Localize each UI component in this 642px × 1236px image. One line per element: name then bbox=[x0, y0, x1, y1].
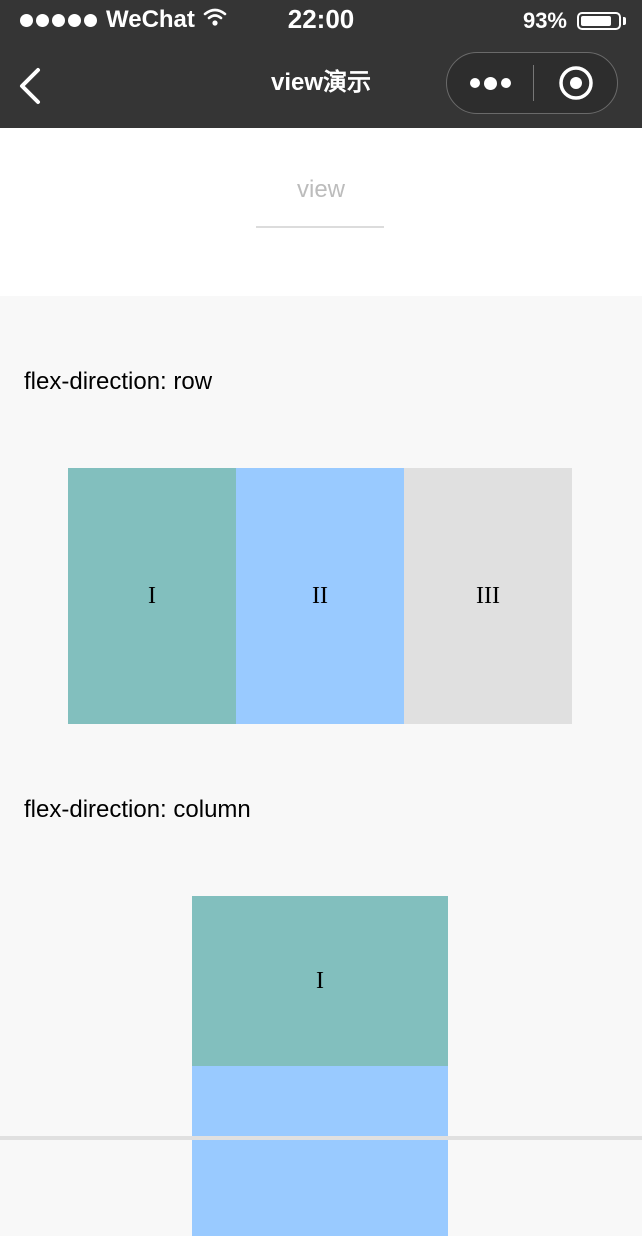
section-label-column: flex-direction: column bbox=[24, 796, 251, 823]
bottom-edge bbox=[0, 1136, 642, 1140]
flex-item-1: I bbox=[192, 896, 448, 1066]
more-dots-icon bbox=[469, 78, 480, 88]
target-circle-icon bbox=[558, 66, 593, 100]
header-underline bbox=[256, 226, 384, 228]
battery-level bbox=[581, 16, 611, 26]
battery-icon bbox=[577, 12, 621, 30]
more-dots-icon bbox=[500, 78, 511, 88]
wechat-top-bar: WeChat 22:00 93% view演示 bbox=[0, 0, 642, 128]
page-header: view bbox=[0, 128, 642, 296]
flex-item-2 bbox=[192, 1066, 448, 1236]
close-miniprogram-button[interactable] bbox=[534, 53, 617, 113]
battery-tip bbox=[623, 17, 626, 25]
menu-capsule bbox=[446, 52, 618, 114]
flex-item-3: III bbox=[404, 468, 572, 724]
flex-column-demo: I bbox=[192, 896, 448, 1236]
header-title: view bbox=[296, 176, 345, 203]
flex-item-2: II bbox=[236, 468, 404, 724]
status-bar-right: 93% bbox=[523, 8, 626, 34]
flex-item-1: I bbox=[68, 468, 236, 724]
more-button[interactable] bbox=[447, 53, 533, 113]
more-dots-icon bbox=[483, 76, 497, 90]
flex-row-demo: I II III bbox=[68, 468, 572, 724]
section-label-row: flex-direction: row bbox=[24, 368, 213, 395]
battery-percent: 93% bbox=[522, 8, 567, 33]
